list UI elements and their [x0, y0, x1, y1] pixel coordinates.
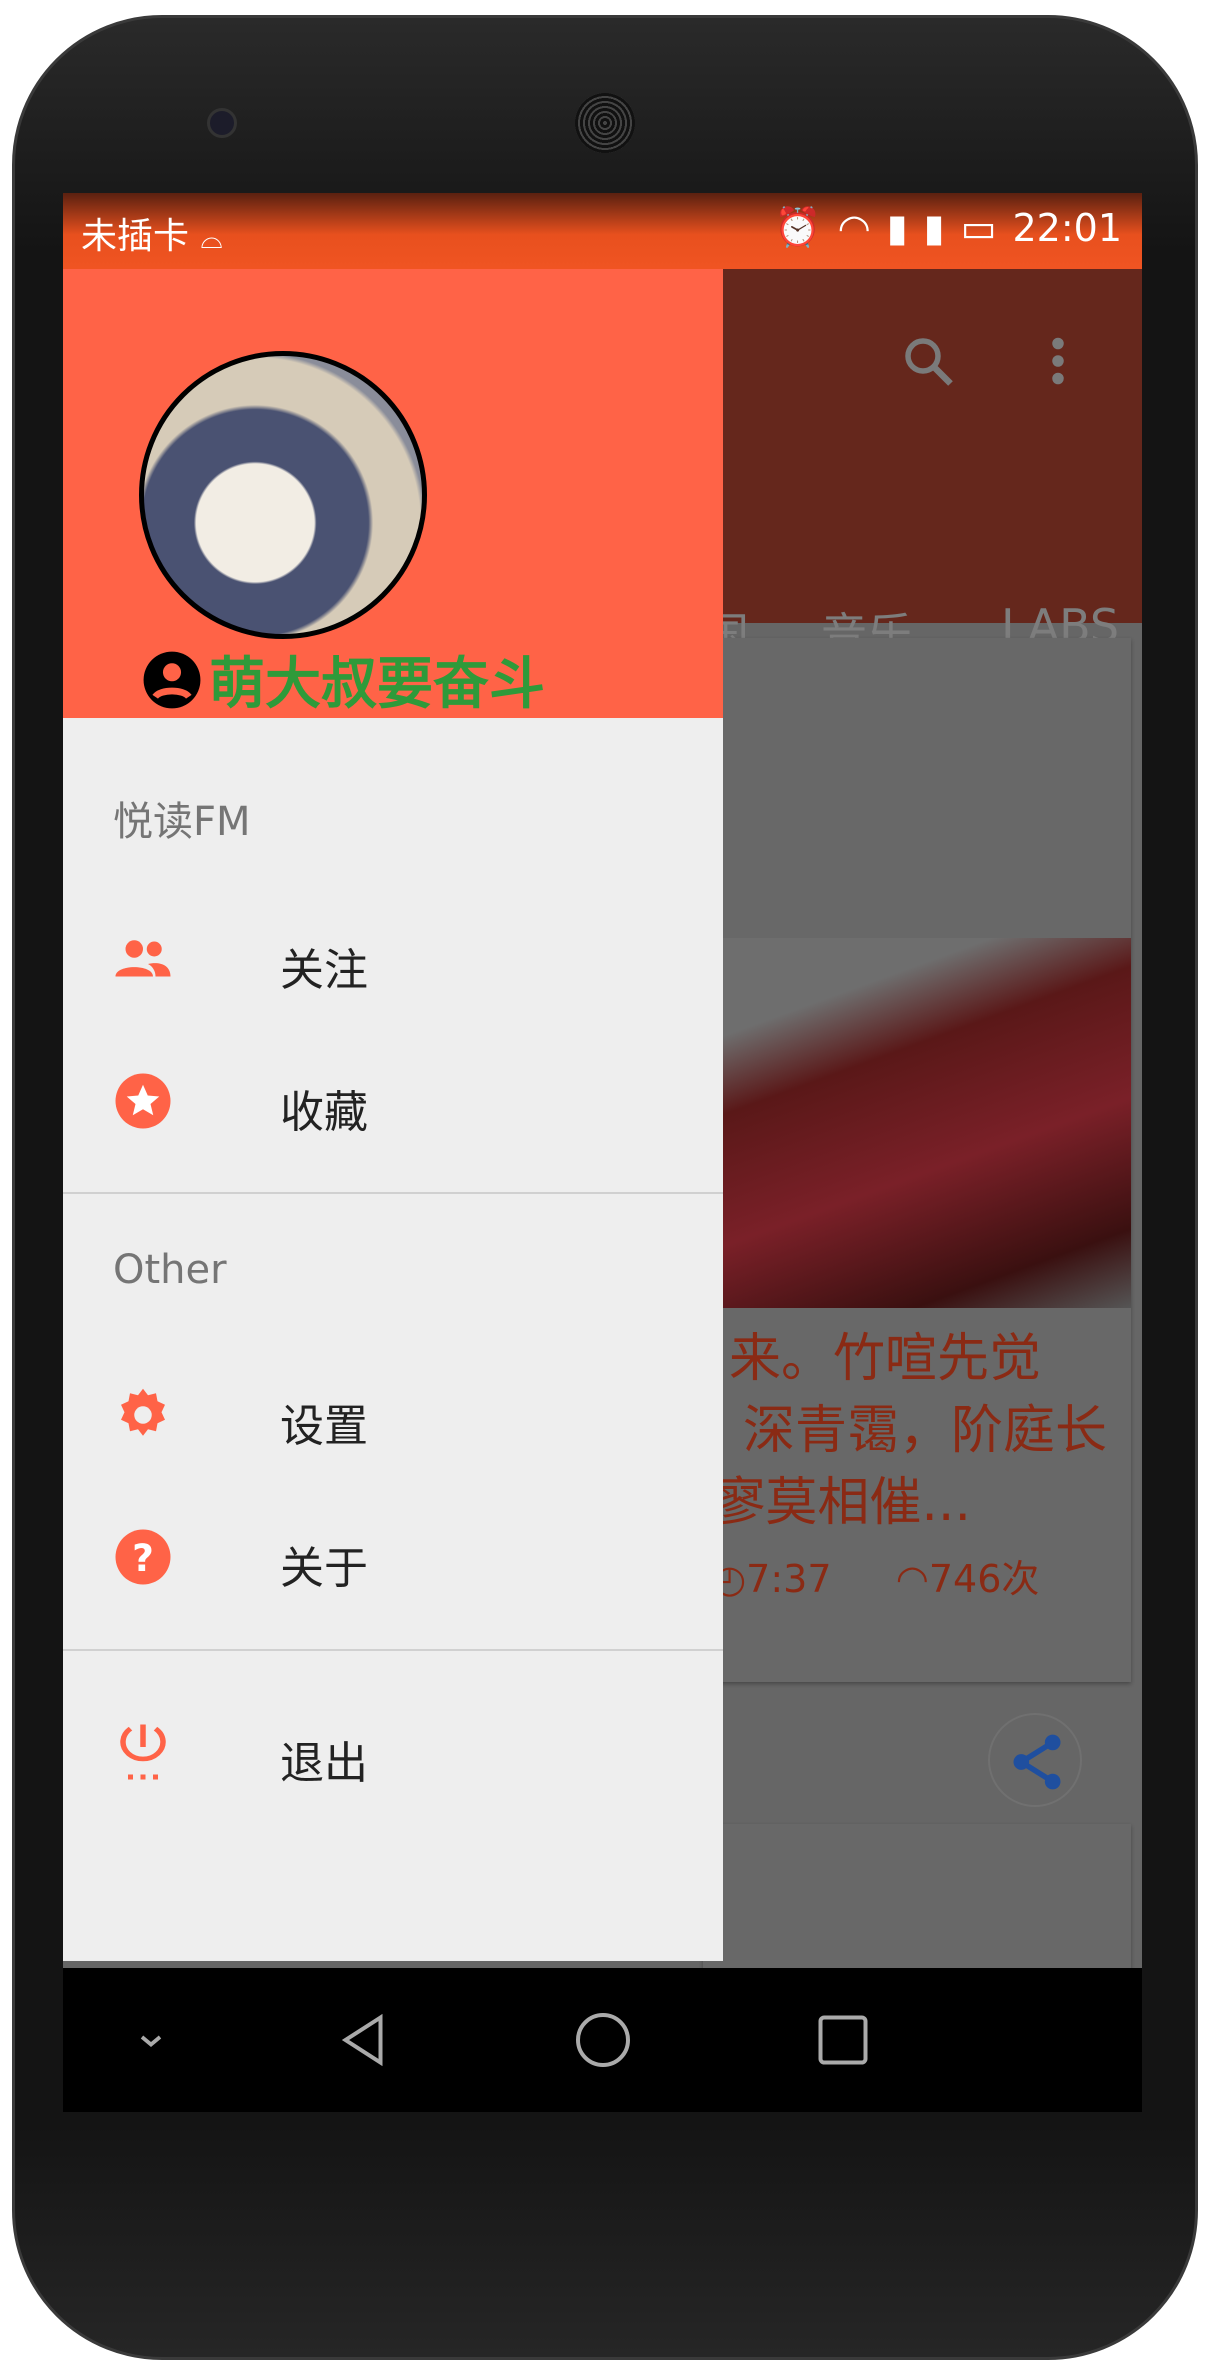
card-title-line: 深青霭，阶庭长 [742, 1401, 1107, 1461]
avatar[interactable] [139, 351, 427, 639]
menu-item-favorites[interactable]: 收藏 [63, 1036, 723, 1166]
recents-icon[interactable] [813, 2010, 873, 2070]
alarm-icon: ⏰ [774, 205, 822, 249]
section-title: 悦读FM [113, 799, 251, 845]
wifi-icon: ◠ [837, 205, 871, 250]
svg-text:?: ? [132, 1536, 154, 1580]
carrier-text: 未插卡 [81, 216, 190, 257]
duration: 7:37 [746, 1557, 832, 1601]
share-icon [1013, 1734, 1061, 1790]
user-name-row[interactable]: 萌大叔要奋斗 [141, 639, 545, 720]
menu-item-logout[interactable]: 退出 [63, 1687, 723, 1817]
front-camera [207, 108, 237, 138]
more-vert-icon[interactable] [1048, 331, 1068, 391]
share-button[interactable] [988, 1713, 1082, 1807]
play-count: 746次 [928, 1557, 1040, 1601]
headphones-icon: ◠ [895, 1557, 929, 1601]
menu-item-label: 设置 [280, 1401, 368, 1452]
back-icon[interactable] [333, 2010, 393, 2070]
divider [63, 1192, 723, 1194]
android-icon: ⌓ [200, 222, 223, 255]
menu-item-follow[interactable]: 关注 [63, 894, 723, 1024]
help-icon: ? [115, 1529, 171, 1585]
people-icon [115, 940, 171, 977]
card-title-line: 来。竹喧先觉 [728, 1329, 1041, 1389]
battery-charging-icon: ▭ [960, 205, 997, 250]
screen: 未插卡 ⌓ ⏰ ◠ ▮ ▮ ▭ 22:01 国 音乐 LABS 来。竹喧先觉 深… [63, 193, 1142, 2112]
menu-item-settings[interactable]: 设置 [63, 1350, 723, 1480]
menu-item-label: 关注 [280, 945, 368, 996]
card-title-line: 寥莫相催... [713, 1473, 971, 1533]
sim-alert-icon: ▮ [886, 205, 908, 250]
drawer-header: 萌大叔要奋斗 [63, 269, 723, 718]
section-title: Other [113, 1247, 227, 1293]
card-image [703, 938, 1131, 1308]
menu-item-label: 收藏 [280, 1087, 368, 1138]
divider [63, 1649, 723, 1651]
status-bar: 未插卡 ⌓ ⏰ ◠ ▮ ▮ ▭ 22:01 [63, 193, 1142, 269]
search-icon[interactable] [898, 331, 958, 391]
menu-item-label: 退出 [280, 1738, 368, 1789]
earpiece-speaker [575, 93, 635, 153]
gear-icon [121, 1388, 165, 1436]
clock: 22:01 [1012, 205, 1122, 250]
system-navigation-bar [63, 1968, 1142, 2112]
chevron-down-icon[interactable] [133, 2010, 169, 2070]
content-card[interactable]: 来。竹喧先觉 深青霭，阶庭长 寥莫相催... ◴7:37 ◠746次 [703, 638, 1131, 1682]
sim-alert-icon: ▮ [923, 205, 945, 250]
account-circle-icon [143, 651, 201, 708]
home-icon[interactable] [573, 2010, 633, 2070]
power-icon [120, 1724, 166, 1780]
star-icon [115, 1073, 171, 1129]
card-meta: ◴7:37 ◠746次 [713, 1548, 1039, 1603]
menu-item-label: 关于 [280, 1543, 368, 1594]
navigation-drawer: 萌大叔要奋斗 悦读FM 关注 收藏 Other 设置 ? 关于 退出 [63, 269, 723, 1961]
user-name: 萌大叔要奋斗 [209, 652, 545, 717]
menu-item-about[interactable]: ? 关于 [63, 1492, 723, 1622]
